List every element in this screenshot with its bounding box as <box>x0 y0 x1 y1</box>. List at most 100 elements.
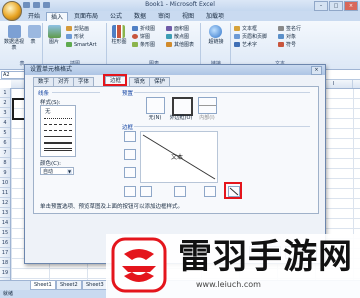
dialog-close-button[interactable]: × <box>311 66 322 75</box>
row-header[interactable]: 13 <box>0 208 10 218</box>
smartart-button[interactable]: SmartArt <box>66 42 97 48</box>
clipart-button[interactable]: 剪贴画 <box>66 26 89 32</box>
hyperlink-icon <box>209 25 222 38</box>
border-center-button[interactable] <box>174 186 186 197</box>
preset-inside-button[interactable] <box>198 97 217 114</box>
group-table: 数据透视表 表 表 <box>2 23 43 67</box>
line-style-dash-dot[interactable] <box>44 130 72 131</box>
bar-chart-button[interactable]: 条形图 <box>132 42 155 48</box>
area-chart-button[interactable]: 面积图 <box>166 26 189 32</box>
tab-review[interactable]: 审阅 <box>154 12 174 21</box>
tab-home[interactable]: 开始 <box>24 12 44 21</box>
maximize-button[interactable]: □ <box>329 1 343 11</box>
line-style-double[interactable] <box>44 148 72 151</box>
border-tab-highlight <box>103 74 127 86</box>
line-chart-label: 折线图 <box>140 26 156 32</box>
row-header[interactable]: 6 <box>0 138 10 148</box>
header-footer-button[interactable]: 页眉和页脚 <box>234 34 267 40</box>
bar-chart-icon <box>132 42 138 47</box>
pivot-table-button[interactable]: 数据透视表 <box>2 39 26 51</box>
row-header[interactable]: 19 <box>0 268 10 278</box>
signature-line-button[interactable]: 签名行 <box>278 26 301 32</box>
border-left-button[interactable] <box>140 186 152 197</box>
table-button[interactable]: 表 <box>26 39 40 45</box>
preset-none-button[interactable] <box>146 97 165 114</box>
tab-view[interactable]: 视图 <box>178 12 198 21</box>
pie-chart-label: 饼图 <box>140 34 151 40</box>
row-header[interactable]: 3 <box>0 108 10 118</box>
line-style-thin[interactable] <box>44 136 72 137</box>
column-chart-button[interactable]: 柱形图 <box>108 39 130 45</box>
row-header[interactable]: 12 <box>0 198 10 208</box>
row-header[interactable]: 14 <box>0 218 10 228</box>
tab-page-layout[interactable]: 页面布局 <box>70 12 102 21</box>
office-button[interactable] <box>2 1 22 21</box>
row-header[interactable]: 7 <box>0 148 10 158</box>
row-header[interactable]: 18 <box>0 258 10 268</box>
border-middle-button[interactable] <box>124 149 136 160</box>
border-diagonal-up-button[interactable] <box>124 186 136 197</box>
row-header[interactable]: 2 <box>0 98 10 108</box>
section-divider <box>52 92 100 93</box>
picture-button[interactable]: 图片 <box>44 39 64 45</box>
tab-addins[interactable]: 加载项 <box>202 12 228 21</box>
section-divider <box>134 92 310 93</box>
preset-section-title: 预置 <box>122 91 134 97</box>
symbol-icon <box>278 42 284 47</box>
line-style-list[interactable]: 无 <box>40 105 76 157</box>
clipart-label: 剪贴画 <box>74 26 90 32</box>
smartart-icon <box>66 42 72 47</box>
border-top-button[interactable] <box>124 131 136 142</box>
hint-text: 单击预置选项、预览草图及上面的按钮可以添加边框样式。 <box>40 204 184 210</box>
close-button[interactable]: × <box>344 1 358 11</box>
color-select[interactable]: 自动 ▼ <box>40 167 74 175</box>
signature-line-label: 签名行 <box>286 26 302 32</box>
textbox-label: 文本框 <box>242 26 258 32</box>
smartart-label: SmartArt <box>74 42 97 48</box>
diagonal-button-highlight <box>224 182 242 199</box>
color-label: 颜色(C): <box>40 161 61 167</box>
row-header[interactable]: 5 <box>0 128 10 138</box>
row-header[interactable]: 10 <box>0 178 10 188</box>
wordart-button[interactable]: 艺术字 <box>234 42 257 48</box>
row-header[interactable]: 11 <box>0 188 10 198</box>
scatter-chart-button[interactable]: 散点图 <box>166 34 189 40</box>
hyperlink-button[interactable]: 超链接 <box>202 39 230 45</box>
dialog-title-bar[interactable]: 设置单元格格式 × <box>25 65 325 75</box>
sheet-tab[interactable]: Sheet3 <box>82 281 108 290</box>
scatter-chart-label: 散点图 <box>174 34 190 40</box>
row-header[interactable]: 16 <box>0 238 10 248</box>
area-chart-icon <box>166 26 172 31</box>
clipart-icon <box>66 26 72 31</box>
textbox-button[interactable]: 文本框 <box>234 26 257 32</box>
border-right-button[interactable] <box>204 186 216 197</box>
row-header[interactable]: 17 <box>0 248 10 258</box>
minimize-button[interactable]: – <box>314 1 328 11</box>
row-header[interactable]: 1 <box>0 88 10 98</box>
ribbon: 数据透视表 表 表 图片 剪贴画 形状 SmartArt 插图 柱形图 折线图 … <box>0 21 360 70</box>
row-header[interactable]: 8 <box>0 158 10 168</box>
border-section-title: 边框 <box>122 125 134 131</box>
bar-chart-label: 条形图 <box>140 42 156 48</box>
style-none[interactable]: 无 <box>45 107 51 115</box>
line-style-dotted[interactable] <box>44 118 72 119</box>
line-style-dashed[interactable] <box>44 124 72 125</box>
row-header[interactable]: 9 <box>0 168 10 178</box>
row-header[interactable]: 4 <box>0 118 10 128</box>
window-title: Book1 - Microsoft Excel <box>145 1 215 8</box>
sheet-tab[interactable]: Sheet2 <box>56 281 82 290</box>
name-box[interactable]: A2 <box>1 71 26 79</box>
border-preview[interactable]: 文本 <box>140 131 218 183</box>
line-chart-button[interactable]: 折线图 <box>132 26 155 32</box>
pie-chart-button[interactable]: 饼图 <box>132 34 150 40</box>
tab-formulas[interactable]: 公式 <box>106 12 126 21</box>
symbol-button[interactable]: 符号 <box>278 42 296 48</box>
sheet-tab[interactable]: Sheet1 <box>30 281 56 290</box>
row-header[interactable]: 15 <box>0 228 10 238</box>
line-style-medium[interactable] <box>44 142 72 144</box>
tab-data[interactable]: 数据 <box>130 12 150 21</box>
shapes-button[interactable]: 形状 <box>66 34 84 40</box>
other-charts-button[interactable]: 其他图表 <box>166 42 194 48</box>
border-bottom-button[interactable] <box>124 167 136 178</box>
object-button[interactable]: 对象 <box>278 34 296 40</box>
